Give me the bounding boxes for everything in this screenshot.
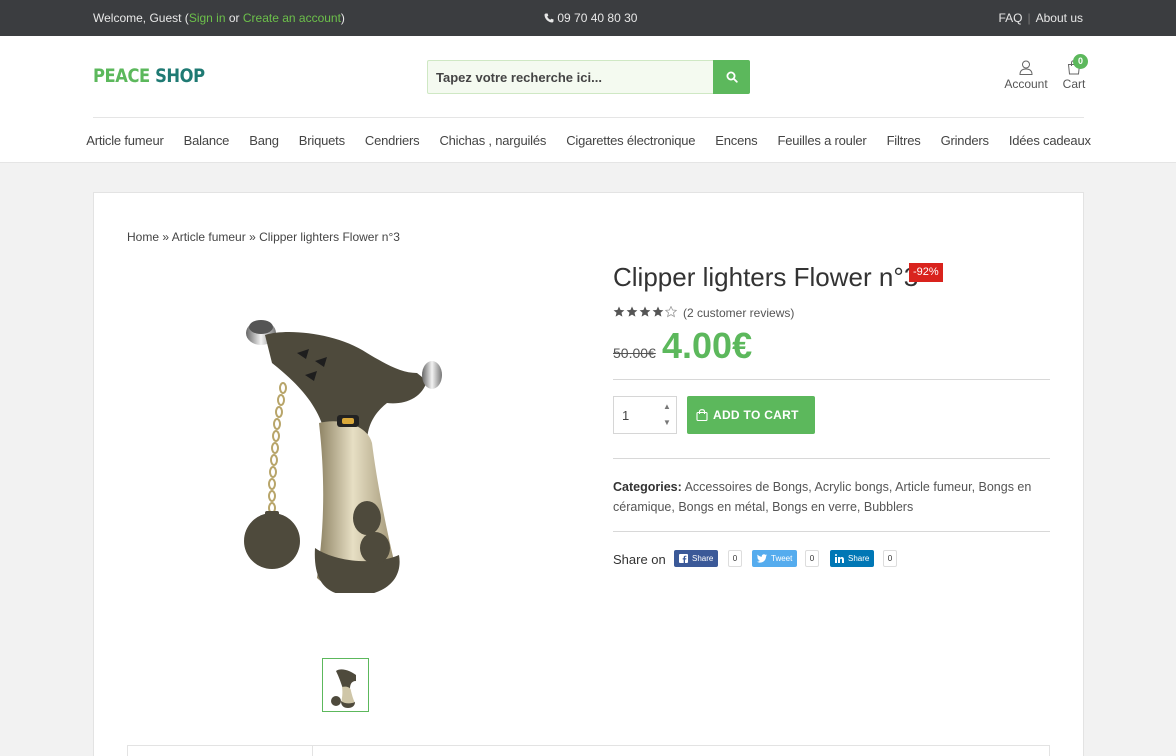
- breadcrumb-separator: »: [159, 230, 172, 244]
- current-price: 4.00€: [662, 325, 753, 366]
- twitter-share-count: 0: [805, 550, 819, 567]
- facebook-share-label: Share: [692, 554, 714, 563]
- linkedin-icon: [835, 554, 844, 563]
- create-account-link[interactable]: Create an account: [243, 11, 341, 25]
- account-label: Account: [1004, 77, 1048, 91]
- cart-bag-icon: [696, 409, 708, 421]
- star-icon: [652, 306, 664, 317]
- welcome-suffix: ): [340, 11, 345, 25]
- product-thumbnail[interactable]: [322, 658, 369, 712]
- quantity-input[interactable]: [614, 397, 660, 433]
- account-link[interactable]: Account: [1004, 60, 1048, 91]
- phone-number: 09 70 40 80 30: [557, 11, 638, 25]
- search-icon: [726, 71, 738, 83]
- twitter-tweet-label: Tweet: [771, 554, 793, 563]
- search-button[interactable]: [713, 60, 750, 94]
- nav-item-bang[interactable]: Bang: [249, 133, 279, 148]
- top-bar: Welcome, Guest (Sign in or Create an acc…: [0, 0, 1176, 36]
- divider: [613, 379, 1050, 380]
- star-empty-icon: [665, 306, 677, 318]
- nav-item-encens[interactable]: Encens: [715, 133, 757, 148]
- breadcrumb-current: Clipper lighters Flower n°3: [259, 230, 400, 244]
- nav-item-briquets[interactable]: Briquets: [299, 133, 345, 148]
- thumbnail-image: [331, 669, 356, 708]
- site-logo[interactable]: PEACE SHOP: [93, 65, 205, 87]
- nav-item-filtres[interactable]: Filtres: [887, 133, 921, 148]
- welcome-or: or: [225, 11, 243, 25]
- top-links: FAQ | About us: [998, 11, 1083, 25]
- nav-item-balance[interactable]: Balance: [184, 133, 230, 148]
- nav-item-chichas[interactable]: Chichas , narguilés: [439, 133, 546, 148]
- product-title: Clipper lighters Flower n°3: [613, 262, 919, 292]
- breadcrumb: Home » Article fumeur » Clipper lighters…: [127, 230, 400, 244]
- facebook-share-button[interactable]: Share: [674, 550, 719, 567]
- twitter-tweet-button[interactable]: Tweet: [752, 550, 798, 567]
- old-price: 50.00€: [613, 345, 656, 361]
- product-tabs: [127, 745, 1050, 756]
- star-icon: [626, 306, 638, 317]
- nav-item-grinders[interactable]: Grinders: [941, 133, 989, 148]
- welcome-prefix: Welcome, Guest (: [93, 11, 189, 25]
- about-us-link[interactable]: About us: [1036, 11, 1083, 25]
- breadcrumb-home[interactable]: Home: [127, 230, 159, 244]
- quantity-decrease-icon[interactable]: ▼: [661, 418, 673, 428]
- categories-label: Categories:: [613, 480, 682, 494]
- product-categories: Categories: Accessoires de Bongs, Acryli…: [613, 480, 1032, 514]
- cart-label: Cart: [1062, 77, 1086, 91]
- star-icon: [639, 306, 651, 317]
- divider: [613, 458, 1050, 459]
- rating-stars[interactable]: [613, 306, 677, 318]
- nav-item-cendriers[interactable]: Cendriers: [365, 133, 420, 148]
- logo-text-shop: SHOP: [155, 65, 205, 87]
- sign-in-link[interactable]: Sign in: [189, 11, 226, 25]
- facebook-icon: [679, 554, 688, 563]
- cart-count-badge: 0: [1073, 54, 1088, 69]
- category-link[interactable]: Acrylic bongs: [815, 480, 889, 494]
- reviews-link[interactable]: (2 customer reviews): [683, 306, 794, 320]
- product-card: Home » Article fumeur » Clipper lighters…: [93, 192, 1084, 756]
- main-navigation: Article fumeur Balance Bang Briquets Cen…: [86, 117, 1091, 163]
- quantity-stepper: ▲ ▼: [613, 396, 677, 434]
- add-to-cart-button[interactable]: ADD TO CART: [687, 396, 815, 434]
- phone-contact: 09 70 40 80 30: [544, 11, 637, 25]
- linkedin-share-button[interactable]: Share: [830, 550, 875, 567]
- discount-badge: -92%: [909, 263, 943, 282]
- welcome-message: Welcome, Guest (Sign in or Create an acc…: [93, 11, 345, 25]
- phone-icon: [544, 13, 554, 23]
- nav-item-idees-cadeaux[interactable]: Idées cadeaux: [1009, 133, 1091, 148]
- divider: [613, 531, 1050, 532]
- category-link[interactable]: Bongs en métal: [678, 500, 765, 514]
- user-icon: [1019, 60, 1033, 75]
- breadcrumb-category[interactable]: Article fumeur: [172, 230, 246, 244]
- cart-link[interactable]: Cart 0: [1061, 54, 1088, 91]
- search-bar: [427, 60, 750, 94]
- product-image[interactable]: [227, 293, 467, 593]
- faq-link[interactable]: FAQ: [998, 11, 1022, 25]
- category-link[interactable]: Accessoires de Bongs: [685, 480, 809, 494]
- top-links-divider: |: [1027, 11, 1031, 25]
- category-link[interactable]: Bongs en verre: [772, 500, 857, 514]
- quantity-increase-icon[interactable]: ▲: [661, 402, 673, 412]
- category-link[interactable]: Article fumeur: [895, 480, 971, 494]
- linkedin-share-label: Share: [848, 554, 870, 563]
- linkedin-share-count: 0: [883, 550, 897, 567]
- breadcrumb-separator: »: [245, 230, 260, 244]
- site-header: PEACE SHOP Account Cart 0 Article fumeur…: [0, 36, 1176, 163]
- star-icon: [613, 306, 625, 317]
- add-to-cart-label: ADD TO CART: [713, 408, 799, 422]
- tab-divider: [312, 746, 313, 756]
- logo-text-peace: PEACE: [93, 65, 150, 87]
- nav-item-cigarettes[interactable]: Cigarettes électronique: [566, 133, 695, 148]
- search-input[interactable]: [428, 61, 714, 93]
- nav-item-feuilles[interactable]: Feuilles a rouler: [777, 133, 866, 148]
- twitter-icon: [757, 554, 767, 563]
- facebook-share-count: 0: [728, 550, 742, 567]
- nav-item-article-fumeur[interactable]: Article fumeur: [86, 133, 164, 148]
- share-label: Share on: [613, 552, 666, 567]
- category-link[interactable]: Bubblers: [864, 500, 913, 514]
